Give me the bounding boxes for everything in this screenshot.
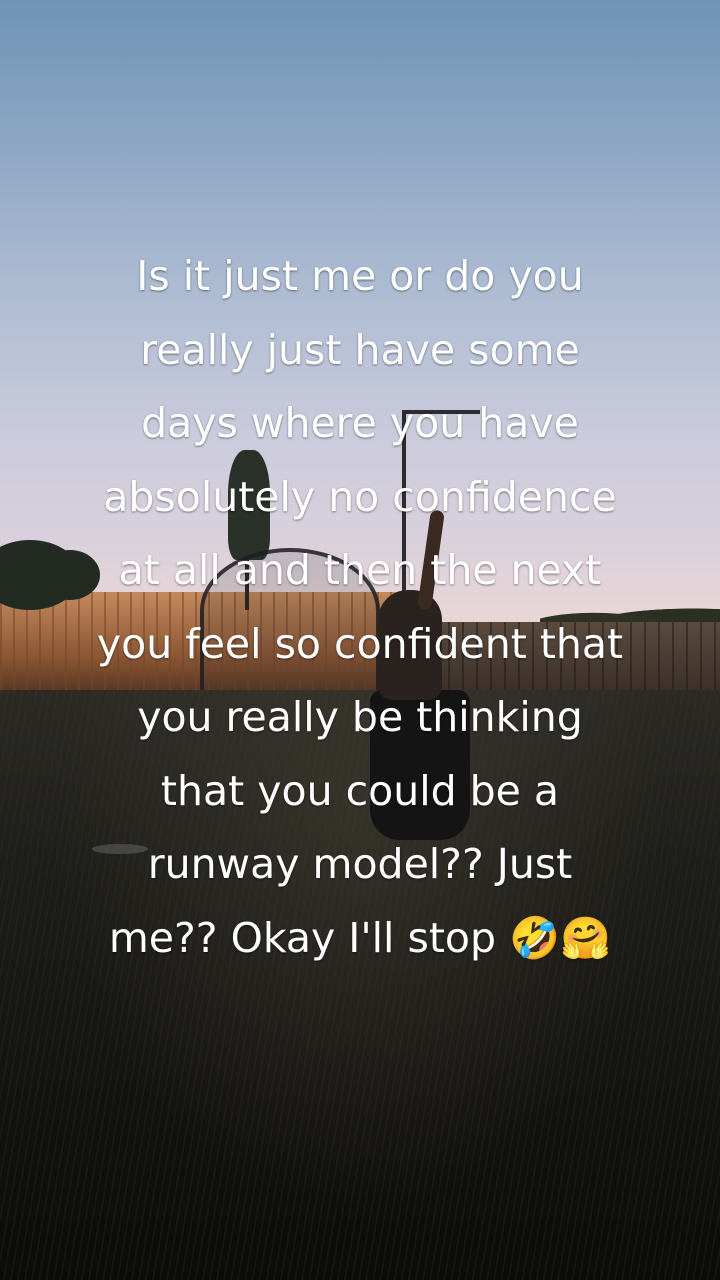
caption-line: at all and then the next [118,546,602,594]
caption-line: Is it just me or do you [136,252,584,300]
caption-line: me?? Okay I'll stop 🤣🤗 [108,913,612,962]
caption-text: Is it just me or do you really just have… [40,240,680,975]
caption-line: that you could be a [160,766,560,815]
caption-line: you really be thinking [137,693,583,741]
caption-line: absolutely no confidence [103,472,617,521]
caption-line: runway model?? Just [147,840,573,888]
caption-line: days where you have [141,399,579,447]
caption-line: really just have some [140,325,580,374]
caption-line: you feel so confident that [96,619,624,668]
